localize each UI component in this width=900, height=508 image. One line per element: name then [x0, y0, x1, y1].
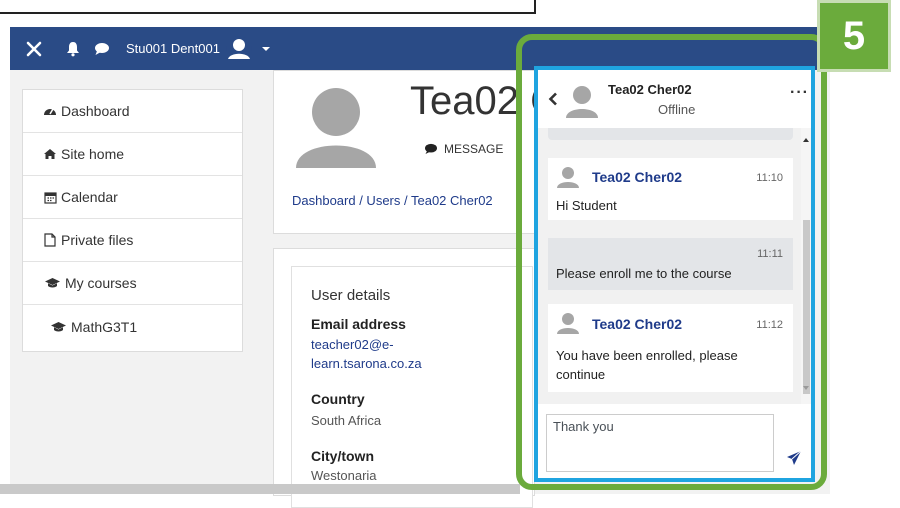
step-number-badge: 5	[817, 0, 891, 72]
country-label: Country	[311, 391, 365, 407]
chat-header: Tea02 Cher02 Offline ···	[538, 70, 811, 129]
email-line-2[interactable]: learn.tsarona.co.za	[311, 356, 422, 371]
message-button[interactable]: MESSAGE	[424, 142, 503, 156]
sidebar-item-my-courses[interactable]: My courses	[23, 262, 242, 305]
sidebar-item-dashboard[interactable]: Dashboard	[23, 90, 242, 133]
top-border-box	[0, 0, 536, 14]
sidebar-item-label: My courses	[65, 275, 137, 291]
sidebar-item-label: Dashboard	[61, 103, 130, 119]
message-item: Tea02 Cher02 11:10 Hi Student	[548, 158, 793, 220]
username-label: Stu001 Dent001	[126, 41, 220, 56]
top-strip	[0, 0, 900, 27]
caret-down-icon	[261, 46, 270, 51]
message-sender: Tea02 Cher02	[592, 316, 683, 332]
city-value: Westonaria	[311, 468, 377, 483]
dashboard-icon	[43, 105, 57, 117]
message-time: 11:10	[756, 172, 783, 184]
file-icon	[43, 233, 57, 247]
contact-avatar-icon	[566, 86, 598, 118]
sender-avatar-icon	[557, 167, 579, 188]
message-input[interactable]: Thank you	[546, 414, 774, 472]
notifications-button[interactable]	[66, 27, 80, 70]
contact-status: Offline	[658, 102, 696, 117]
back-chevron-icon[interactable]	[548, 92, 558, 106]
horizontal-scrollbar[interactable]	[0, 484, 520, 494]
sidebar-item-calendar[interactable]: Calendar	[23, 176, 242, 219]
sidebar-item-site-home[interactable]: Site home	[23, 133, 242, 176]
profile-header-card: Tea02 C MESSAGE Dashboard / Users / Tea0…	[273, 70, 559, 234]
calendar-icon	[43, 191, 57, 204]
message-drawer: Tea02 Cher02 Offline ··· Tea02 Cher02 11…	[534, 66, 815, 482]
email-label: Email address	[311, 316, 406, 332]
message-item: Tea02 Cher02 11:12 You have been enrolle…	[548, 304, 793, 392]
email-line-1[interactable]: teacher02@e-	[311, 337, 394, 352]
chat-scrollbar-thumb[interactable]	[803, 220, 810, 394]
message-item: 11:11 Please enroll me to the course	[548, 238, 793, 290]
message-text: Hi Student	[556, 198, 617, 213]
city-label: City/town	[311, 448, 374, 464]
contact-name: Tea02 Cher02	[608, 82, 692, 97]
graduation-cap-icon	[43, 277, 61, 289]
scroll-down-arrow-icon[interactable]	[802, 385, 810, 391]
user-details-outer-card: User details Email address teacher02@e- …	[273, 248, 535, 508]
message-text-line-2: continue	[556, 367, 606, 382]
home-icon	[43, 148, 57, 160]
chat-bubble-icon	[425, 143, 437, 154]
sender-avatar-icon	[557, 313, 579, 334]
sidebar-item-private-files[interactable]: Private files	[23, 219, 242, 262]
sidebar-item-label: Site home	[61, 146, 125, 162]
user-details-card: User details Email address teacher02@e- …	[291, 266, 533, 508]
close-drawer-button[interactable]	[26, 27, 42, 70]
breadcrumb[interactable]: Dashboard / Users / Tea02 Cher02	[292, 193, 493, 208]
message-button-label: MESSAGE	[444, 142, 504, 156]
sidebar-item-label: Private files	[61, 232, 134, 248]
message-time: 11:11	[757, 248, 783, 260]
chat-footer: Thank you	[538, 404, 811, 478]
more-options-icon[interactable]: ···	[790, 84, 809, 102]
country-value: South Africa	[311, 413, 382, 428]
user-avatar-icon	[225, 35, 252, 62]
user-details-heading: User details	[311, 287, 391, 304]
message-text-line-1: You have been enrolled, please	[556, 348, 738, 363]
graduation-cap-icon	[49, 321, 67, 333]
scroll-up-arrow-icon[interactable]	[802, 137, 810, 143]
chat-message-list: Tea02 Cher02 11:10 Hi Student 11:11 Plea…	[538, 128, 811, 404]
sidebar-item-label: MathG3T1	[71, 318, 138, 335]
sidebar-item-label: Calendar	[61, 189, 118, 205]
sidebar-item-course-mathg3t1[interactable]: MathG3T1	[23, 305, 242, 348]
message-text: Please enroll me to the course	[556, 266, 732, 281]
user-menu[interactable]: Stu001 Dent001	[126, 27, 271, 70]
messages-button[interactable]	[94, 27, 110, 70]
previous-message-fragment	[548, 128, 793, 140]
send-icon[interactable]	[786, 450, 802, 466]
message-time: 11:12	[756, 319, 783, 331]
bell-icon	[67, 41, 79, 56]
chat-bubble-icon	[95, 42, 109, 55]
nav-drawer: Dashboard Site home Calendar Private fil…	[22, 89, 243, 352]
message-sender: Tea02 Cher02	[592, 169, 683, 185]
profile-avatar-icon	[296, 88, 376, 168]
close-icon	[26, 41, 42, 56]
